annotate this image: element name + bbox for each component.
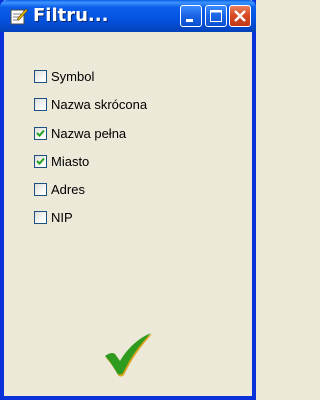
filter-option-label: Miasto [51, 153, 90, 169]
maximize-button[interactable] [205, 5, 227, 27]
checkbox[interactable] [34, 210, 47, 224]
filter-option-full-name[interactable]: Nazwa pełna [34, 123, 126, 143]
checkbox[interactable] [34, 69, 47, 83]
filter-option-symbol[interactable]: Symbol [34, 66, 94, 86]
filter-option-short-name[interactable]: Nazwa skrócona [34, 94, 147, 114]
minimize-icon [186, 19, 193, 22]
check-icon [36, 129, 45, 137]
window-title: Filtru... [33, 5, 109, 26]
confirm-button[interactable] [104, 333, 154, 378]
app-icon [10, 7, 28, 25]
filter-option-nip[interactable]: NIP [34, 207, 73, 227]
filter-option-city[interactable]: Miasto [34, 151, 89, 171]
filter-option-label: Nazwa pełna [51, 125, 127, 141]
maximize-icon [210, 10, 222, 22]
checkbox[interactable] [34, 126, 47, 140]
close-icon [234, 10, 246, 22]
title-bar[interactable]: Filtru... [0, 0, 256, 32]
filter-option-label: Nazwa skrócona [51, 96, 148, 112]
minimize-button[interactable] [180, 5, 202, 27]
check-icon [36, 157, 45, 165]
filter-option-label: Symbol [51, 68, 95, 84]
filter-option-label: Adres [51, 181, 85, 197]
close-button[interactable] [229, 5, 251, 27]
checkbox[interactable] [34, 97, 47, 111]
filter-option-address[interactable]: Adres [34, 179, 85, 199]
checkmark-icon [105, 333, 152, 377]
checkbox[interactable] [34, 182, 47, 196]
checkbox[interactable] [34, 154, 47, 168]
filter-option-label: NIP [51, 209, 73, 225]
